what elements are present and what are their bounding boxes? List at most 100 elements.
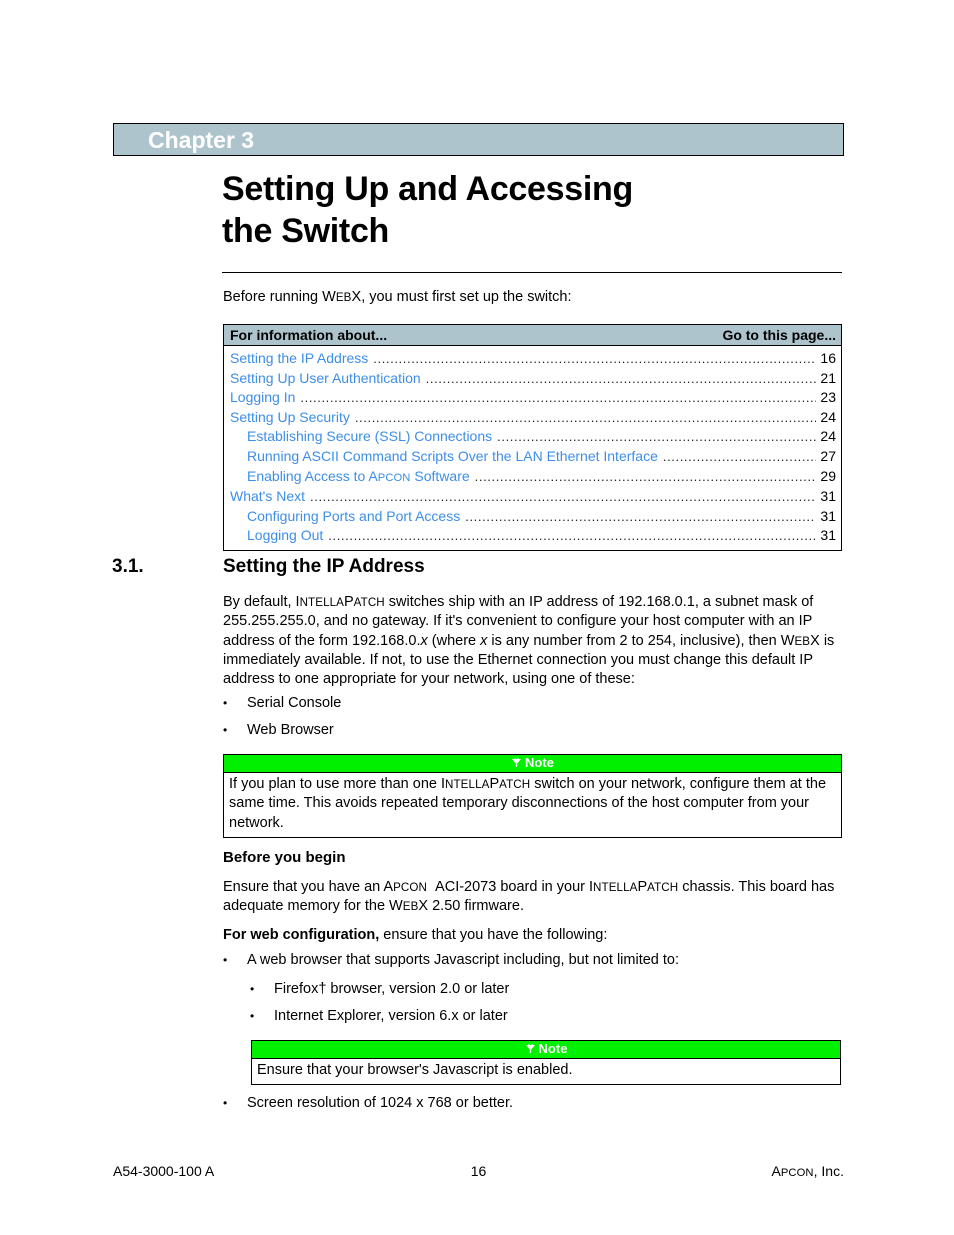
chapter-banner: Chapter 3 [113, 123, 844, 156]
footer-page-number: 16 [470, 1163, 487, 1179]
list-item: • Firefox† browser, version 2.0 or later [250, 980, 830, 999]
note-box-body: If you plan to use more than one INTELLA… [229, 776, 827, 831]
product-name-intellapatch: INTELLAPATCH [589, 879, 679, 895]
paragraph-ensure-board: Ensure that you have an APCON ACI-2073 b… [223, 879, 835, 915]
toc-entry-label[interactable]: Logging Out [247, 526, 323, 545]
product-name-webx: WEBX [322, 289, 362, 305]
toc-dot-leader: ........................................… [662, 448, 816, 464]
note-hand-icon [511, 756, 522, 772]
toc-entry-page: 16 [820, 350, 836, 366]
toc-rows: Setting the IP Address..................… [224, 346, 841, 550]
toc-table-header: For information about... Go to this page… [224, 325, 841, 346]
bullet-marker: • [223, 696, 228, 710]
product-name-webx: WEBX [780, 632, 820, 649]
toc-entry[interactable]: Setting Up Security.....................… [224, 408, 841, 428]
subheading-before-you-begin: Before you begin [223, 849, 346, 866]
variable-x: x [420, 632, 428, 649]
section-number: 3.1. [112, 556, 144, 577]
note-box-header: Note [224, 755, 841, 773]
note-box-label: Note [538, 1041, 568, 1056]
intro-prefix: Before running [223, 289, 323, 305]
toc-dot-leader: ........................................… [300, 390, 816, 406]
list-item-label: Internet Explorer, version 6.x or later [274, 1008, 508, 1024]
toc-entry[interactable]: Logging Out.............................… [224, 526, 841, 546]
toc-dot-leader: ........................................… [328, 528, 816, 544]
toc-entry-page: 29 [820, 467, 836, 484]
footer-company: APCON, Inc. [771, 1163, 844, 1179]
toc-entry-label[interactable]: Logging In [230, 388, 295, 407]
toc-entry-label[interactable]: Enabling Access to APCON Software [247, 467, 470, 488]
toc-entry-page: 27 [820, 447, 836, 464]
company-name-apcon: APCON [368, 467, 411, 484]
list-item-label: Serial Console [247, 695, 342, 711]
list-item-label: A web browser that supports Javascript i… [247, 952, 679, 968]
note-box: Note If you plan to use more than one IN… [223, 754, 842, 838]
note-box-label: Note [525, 755, 554, 770]
bullet-marker: • [250, 982, 255, 996]
toc-entry-label[interactable]: Configuring Ports and Port Access [247, 507, 460, 526]
section-heading: Setting the IP Address [223, 556, 425, 577]
chapter-title-line2: the Switch [222, 212, 390, 250]
toc-entry-page: 24 [820, 408, 836, 425]
note-box: Note Ensure that your browser's Javascri… [251, 1040, 841, 1086]
toc-entry-page: 24 [820, 428, 836, 445]
intro-suffix: , you must first set up the switch: [361, 289, 572, 305]
web-config-lead: For web configuration, [223, 927, 380, 943]
toc-entry-page: 31 [820, 507, 836, 524]
note-box-header: Note [252, 1041, 840, 1059]
product-name-webx: WEBX [389, 898, 429, 915]
toc-dot-leader: ........................................… [425, 370, 816, 386]
paragraph-web-configuration: For web configuration, ensure that you h… [223, 926, 843, 945]
company-name-apcon: APCON [383, 879, 427, 895]
toc-entry[interactable]: What's Next.............................… [224, 487, 841, 507]
toc-entry[interactable]: Logging In..............................… [224, 388, 841, 408]
list-item: • Internet Explorer, version 6.x or late… [250, 1007, 830, 1026]
toc-entry-label[interactable]: Running ASCII Command Scripts Over the L… [247, 447, 658, 466]
toc-entry-page: 21 [820, 369, 836, 386]
product-name-intellapatch: INTELLAPATCH [441, 776, 531, 792]
toc-dot-leader: ........................................… [310, 489, 816, 505]
list-item-label: Firefox† browser, version 2.0 or later [274, 981, 510, 997]
list-item: • Screen resolution of 1024 x 768 or bet… [223, 1094, 823, 1113]
toc-entry[interactable]: Enabling Access to APCON Software.......… [224, 467, 841, 488]
web-config-rest: ensure that you have the following: [379, 927, 608, 943]
page-title: Setting Up and Accessing the Switch [222, 168, 852, 252]
list-item: • Serial Console [223, 694, 823, 713]
title-divider [222, 272, 842, 273]
toc-entry-page: 23 [820, 389, 836, 406]
list-item-label: Web Browser [247, 722, 334, 738]
list-item: • Web Browser [223, 721, 823, 740]
toc-entry[interactable]: Setting Up User Authentication..........… [224, 369, 841, 389]
toc-dot-leader: ........................................… [497, 429, 816, 445]
toc-entry-label[interactable]: Setting Up Security [230, 408, 350, 427]
toc-entry-label[interactable]: What's Next [230, 487, 305, 506]
bullet-marker: • [223, 953, 228, 967]
intro-sentence: Before running WEBX, you must first set … [223, 288, 572, 307]
note-box-body: Ensure that your browser's Javascript is… [257, 1062, 573, 1078]
toc-entry[interactable]: Establishing Secure (SSL) Connections...… [224, 427, 841, 447]
list-item: • A web browser that supports Javascript… [223, 951, 833, 970]
toc-entry[interactable]: Configuring Ports and Port Access.......… [224, 507, 841, 527]
variable-x: x [480, 632, 488, 649]
document-page: Chapter 3 Setting Up and Accessing the S… [0, 0, 954, 1235]
toc-entry[interactable]: Setting the IP Address..................… [224, 349, 841, 369]
toc-column-header-topic: For information about... [230, 327, 388, 343]
toc-dot-leader: ........................................… [465, 508, 816, 524]
note-hand-icon [525, 1042, 536, 1058]
list-item-label: Screen resolution of 1024 x 768 or bette… [247, 1095, 514, 1111]
footer-doc-number: A54-3000-100 A [113, 1163, 215, 1179]
paragraph-ip-address: By default, INTELLAPATCH switches ship w… [223, 594, 835, 688]
toc-table: For information about... Go to this page… [223, 324, 842, 551]
page-footer: A54-3000-100 A 16 APCON, Inc. [113, 1163, 844, 1179]
bullet-marker: • [223, 723, 228, 737]
toc-entry[interactable]: Running ASCII Command Scripts Over the L… [224, 447, 841, 467]
bullet-marker: • [250, 1009, 255, 1023]
toc-dot-leader: ........................................… [373, 351, 816, 366]
toc-entry-label[interactable]: Establishing Secure (SSL) Connections [247, 427, 492, 446]
chapter-banner-label: Chapter 3 [148, 127, 255, 153]
toc-dot-leader: ........................................… [474, 468, 816, 484]
toc-entry-label[interactable]: Setting the IP Address [230, 349, 368, 368]
toc-dot-leader: ........................................… [354, 409, 816, 425]
toc-entry-label[interactable]: Setting Up User Authentication [230, 369, 421, 388]
chapter-title-line1: Setting Up and Accessing [222, 170, 633, 208]
